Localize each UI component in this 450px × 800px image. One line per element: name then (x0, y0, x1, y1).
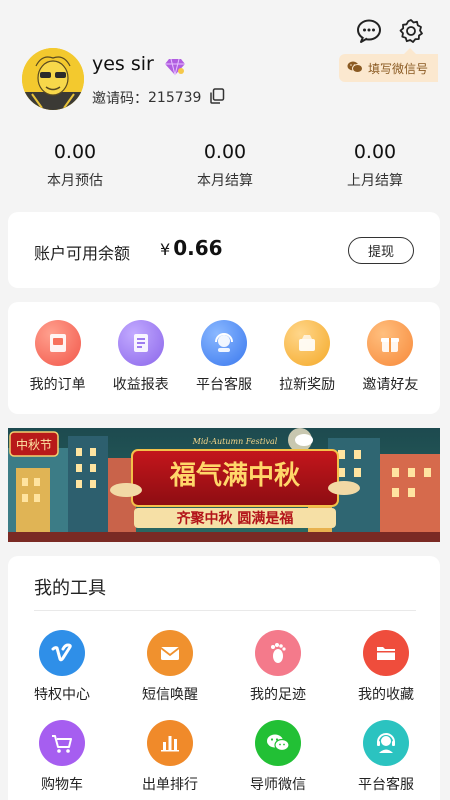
withdraw-button[interactable]: 提现 (348, 237, 414, 264)
stat-label: 上月结算 (347, 173, 403, 189)
quick-label: 我的订单 (29, 377, 86, 393)
quick-label: 邀请好友 (362, 377, 419, 393)
tool-label: 我的收藏 (358, 687, 414, 703)
tool-sales-ranking[interactable]: 出单排行 (116, 720, 224, 794)
quick-actions: 我的订单 收益报表 平台客服 拉新奖励 邀请好友 (8, 302, 440, 414)
quick-my-orders[interactable]: 我的订单 (18, 320, 98, 414)
quick-label: 收益报表 (112, 377, 169, 393)
quick-platform-service[interactable]: 平台客服 (184, 320, 264, 414)
tool-my-favorites[interactable]: 我的收藏 (332, 630, 440, 704)
invite-code-row: 邀请码： 215739 (92, 88, 225, 108)
banner-main-text: 福气满中秋 (169, 460, 301, 491)
invite-code: 215739 (148, 90, 202, 106)
balance-label: 账户可用余额 (34, 244, 131, 263)
quick-referral-reward[interactable]: 拉新奖励 (267, 320, 347, 414)
bar-chart-icon (147, 720, 193, 766)
banner-tag: 中秋节 (16, 437, 52, 452)
copy-icon[interactable] (209, 88, 225, 108)
fill-wechat-label: 填写微信号 (367, 61, 428, 76)
username: yes sir (92, 53, 154, 75)
balance-number: 0.66 (173, 236, 223, 260)
tool-platform-service[interactable]: 平台客服 (332, 720, 440, 794)
cart-icon (39, 720, 85, 766)
envelope-icon (147, 630, 193, 676)
top-actions (356, 18, 424, 44)
stat-label: 本月预估 (47, 173, 103, 189)
tools-grid: 特权中心 短信唤醒 我的足迹 我的收藏 购物车 出单排行 导师微信 平台客服 (8, 630, 440, 794)
balance-amount: ¥0.66 (160, 236, 223, 260)
stat-last-month-settled[interactable]: 0.00 上月结算 (300, 140, 450, 190)
tool-label: 我的足迹 (250, 687, 306, 703)
stat-label: 本月结算 (197, 173, 253, 189)
order-icon (34, 320, 81, 366)
headset-icon (363, 720, 409, 766)
tool-mentor-wechat[interactable]: 导师微信 (224, 720, 332, 794)
quick-label: 拉新奖励 (279, 377, 336, 393)
tool-sms-wakeup[interactable]: 短信唤醒 (116, 630, 224, 704)
wechat-icon (255, 720, 301, 766)
tool-shopping-cart[interactable]: 购物车 (8, 720, 116, 794)
tool-privilege-center[interactable]: 特权中心 (8, 630, 116, 704)
service-icon (200, 320, 247, 366)
wechat-icon (347, 60, 363, 77)
avatar[interactable] (22, 48, 84, 110)
quick-label: 平台客服 (195, 377, 252, 393)
banner-sub-text: 齐聚中秋 圆满是福 (177, 510, 294, 527)
chat-bubble-icon[interactable] (356, 18, 382, 44)
stat-value: 0.00 (353, 141, 397, 163)
gift-icon (367, 320, 414, 366)
tool-label: 平台客服 (358, 777, 414, 793)
tool-my-footprints[interactable]: 我的足迹 (224, 630, 332, 704)
quick-earnings-report[interactable]: 收益报表 (101, 320, 181, 414)
tools-title: 我的工具 (34, 578, 106, 599)
currency-symbol: ¥ (160, 240, 171, 259)
gear-icon[interactable] (398, 18, 424, 44)
promo-banner[interactable]: Mid-Autumn Festival 福气满中秋 齐聚中秋 圆满是福 中秋节 (8, 428, 440, 542)
stat-value: 0.00 (53, 141, 97, 163)
tool-label: 特权中心 (34, 687, 90, 703)
folder-icon (363, 630, 409, 676)
quick-invite-friends[interactable]: 邀请好友 (350, 320, 430, 414)
diamond-icon (164, 56, 186, 80)
tool-label: 导师微信 (250, 777, 306, 793)
invite-label: 邀请码： (92, 91, 148, 107)
tool-label: 出单排行 (142, 777, 198, 793)
stat-this-month-settled[interactable]: 0.00 本月结算 (150, 140, 300, 190)
tool-label: 短信唤醒 (142, 687, 198, 703)
my-tools-card: 我的工具 特权中心 短信唤醒 我的足迹 我的收藏 购物车 出单排行 导师微信 平… (8, 556, 440, 800)
stat-value: 0.00 (203, 141, 247, 163)
balance-card: 账户可用余额 ¥0.66 提现 (8, 212, 440, 288)
tool-label: 购物车 (41, 777, 83, 793)
reward-icon (284, 320, 331, 366)
report-icon (117, 320, 164, 366)
fill-wechat-button[interactable]: 填写微信号 (338, 48, 438, 82)
banner-en-text: Mid-Autumn Festival (192, 437, 278, 446)
vimeo-icon (39, 630, 85, 676)
tools-divider (34, 610, 416, 611)
stat-this-month-estimate[interactable]: 0.00 本月预估 (0, 140, 150, 190)
footprint-icon (255, 630, 301, 676)
earnings-stats: 0.00 本月预估 0.00 本月结算 0.00 上月结算 (0, 140, 450, 190)
